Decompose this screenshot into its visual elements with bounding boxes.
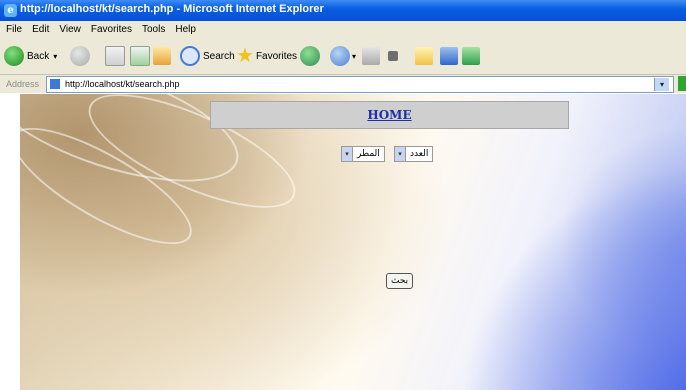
go-icon[interactable] (678, 76, 686, 91)
menu-help[interactable]: Help (169, 21, 200, 35)
print-icon (388, 51, 398, 61)
history-icon (330, 46, 350, 66)
home-toolbar-button[interactable] (153, 45, 171, 67)
home-bar: HOME (210, 101, 569, 129)
address-bar: Address http://localhost/kt/search.php ▾ (0, 75, 686, 93)
title-bar: e http://localhost/kt/search.php - Micro… (0, 0, 686, 21)
favorites-button[interactable]: ★ Favorites (236, 45, 297, 67)
forward-button[interactable] (70, 45, 90, 67)
address-label: Address (6, 79, 40, 89)
home-icon (153, 47, 171, 65)
menu-file[interactable]: File (0, 21, 26, 35)
refresh-icon (130, 46, 150, 66)
media-button[interactable] (300, 45, 320, 67)
search-button[interactable]: بحث (386, 273, 414, 289)
forward-arrow-icon (70, 46, 90, 66)
magnifier-icon (180, 46, 200, 66)
edit-button[interactable] (415, 45, 433, 67)
back-button[interactable]: Back ▾ (4, 45, 57, 67)
edit-icon (415, 47, 433, 65)
menu-view[interactable]: View (53, 21, 85, 35)
media-icon (300, 46, 320, 66)
print-button[interactable] (388, 45, 398, 67)
browser-window: e http://localhost/kt/search.php - Micro… (0, 0, 686, 390)
address-input[interactable]: http://localhost/kt/search.php ▾ (46, 76, 674, 93)
home-link[interactable]: HOME (367, 108, 411, 122)
address-dropdown-icon[interactable]: ▾ (654, 78, 669, 91)
refresh-button[interactable] (130, 45, 150, 67)
search-toolbar-button[interactable]: Search (180, 45, 235, 67)
messenger-button[interactable] (462, 45, 480, 67)
page-icon (50, 79, 60, 89)
messenger-icon (462, 47, 480, 65)
select-rain-value: المطر (357, 149, 380, 159)
menu-tools[interactable]: Tools (136, 21, 169, 35)
select-count[interactable]: ▾ العدد (394, 146, 434, 162)
discuss-icon (440, 47, 458, 65)
select-count-value: العدد (410, 149, 429, 159)
chevron-down-icon: ▾ (53, 51, 58, 61)
toolbar: Back ▾ Search ★ Favorites ▾ (0, 38, 686, 75)
discuss-button[interactable] (440, 45, 458, 67)
address-url: http://localhost/kt/search.php (65, 79, 180, 89)
window-title: http://localhost/kt/search.php - Microso… (20, 3, 324, 15)
mail-icon (362, 47, 380, 65)
internet-explorer-icon: e (4, 4, 17, 17)
chevron-down-icon: ▾ (342, 147, 353, 161)
menu-edit[interactable]: Edit (26, 21, 53, 35)
stop-icon (105, 46, 125, 66)
page-content: HOME ▾ المطر ▾ العدد بحث (20, 94, 686, 390)
chevron-down-icon: ▾ (395, 147, 406, 161)
star-icon: ★ (236, 45, 254, 67)
select-rain[interactable]: ▾ المطر (341, 146, 385, 162)
history-chevron-icon: ▾ (352, 51, 357, 61)
mail-button[interactable] (362, 45, 380, 67)
back-arrow-icon (4, 46, 24, 66)
menu-favorites[interactable]: Favorites (85, 21, 136, 35)
menu-bar: File Edit View Favorites Tools Help (0, 21, 686, 38)
stop-button[interactable] (105, 45, 125, 67)
history-button[interactable]: ▾ (330, 45, 356, 67)
